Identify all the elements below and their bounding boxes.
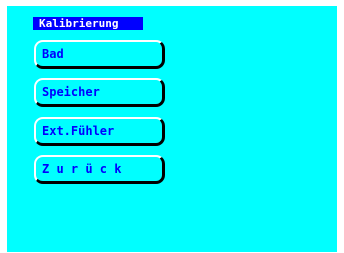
speicher-button[interactable]: Speicher <box>34 78 165 107</box>
bad-button[interactable]: Bad <box>34 40 165 69</box>
back-button-label: Z u r ü c k <box>42 162 122 176</box>
ext-fuehler-button-label: Ext.Fühler <box>42 124 115 138</box>
device-screen: Kalibrierung Bad Speicher Ext.Fühler Z u… <box>7 6 337 252</box>
ext-fuehler-button[interactable]: Ext.Fühler <box>34 117 165 146</box>
speicher-button-label: Speicher <box>42 85 100 99</box>
menu-title: Kalibrierung <box>33 17 143 30</box>
bad-button-label: Bad <box>42 47 64 61</box>
back-button[interactable]: Z u r ü c k <box>34 155 165 184</box>
